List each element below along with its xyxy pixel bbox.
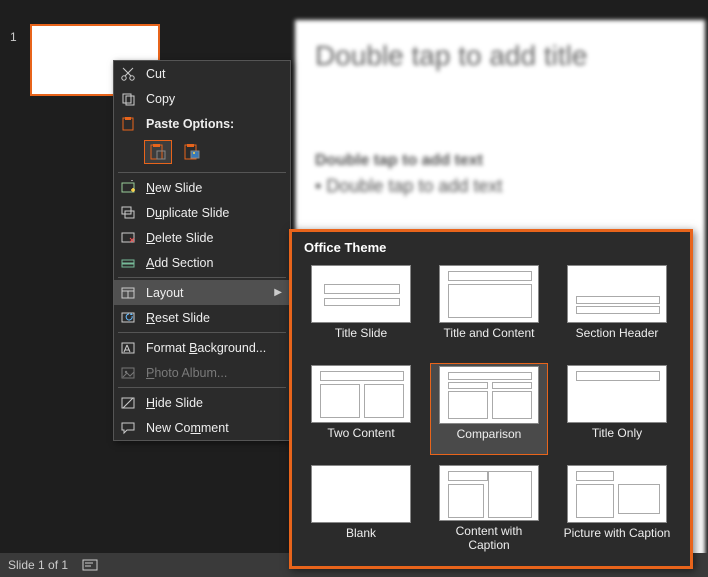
menu-add-section[interactable]: Add Section	[114, 250, 290, 275]
scissors-icon	[120, 66, 136, 82]
layout-grid: Title Slide Title and Content Section He…	[302, 263, 680, 555]
layout-icon	[120, 285, 136, 301]
menu-separator	[118, 277, 286, 278]
layout-flyout: Office Theme Title Slide Title and Conte…	[289, 229, 693, 569]
menu-format-background-label: Format Background...	[146, 341, 282, 355]
menu-paste-options-label: Paste Options:	[114, 111, 290, 136]
body-placeholder[interactable]: • Double tap to add text	[315, 176, 685, 197]
new-slide-icon	[120, 180, 136, 196]
layout-thumb	[311, 365, 411, 423]
menu-duplicate-slide[interactable]: Duplicate Slide	[114, 200, 290, 225]
slide-number: 1	[10, 30, 17, 44]
layout-title-only[interactable]: Title Only	[558, 363, 676, 455]
layout-label: Title and Content	[434, 327, 544, 341]
menu-hide-slide-label: Hide Slide	[146, 396, 282, 410]
layout-content-with-caption[interactable]: Content with Caption	[430, 463, 548, 555]
title-placeholder[interactable]: Double tap to add title	[315, 40, 685, 72]
layout-comparison[interactable]: Comparison	[430, 363, 548, 455]
layout-thumb	[439, 265, 539, 323]
menu-copy-label: Copy	[146, 92, 282, 106]
menu-hide-slide[interactable]: Hide Slide	[114, 390, 290, 415]
format-background-icon	[120, 340, 136, 356]
menu-layout[interactable]: Layout ▶	[114, 280, 290, 305]
menu-separator	[118, 332, 286, 333]
layout-label: Title Slide	[306, 327, 416, 341]
layout-label: Picture with Caption	[562, 527, 672, 541]
menu-separator	[118, 387, 286, 388]
copy-icon	[120, 91, 136, 107]
layout-section-header[interactable]: Section Header	[558, 263, 676, 355]
menu-new-comment[interactable]: New Comment	[114, 415, 290, 440]
menu-copy[interactable]: Copy	[114, 86, 290, 111]
menu-delete-slide[interactable]: Delete Slide	[114, 225, 290, 250]
hide-slide-icon	[120, 395, 136, 411]
layout-title-and-content[interactable]: Title and Content	[430, 263, 548, 355]
comment-icon	[120, 420, 136, 436]
notes-icon[interactable]	[82, 559, 96, 571]
menu-new-slide[interactable]: New Slide	[114, 175, 290, 200]
layout-title-slide[interactable]: Title Slide	[302, 263, 420, 355]
menu-format-background[interactable]: Format Background...	[114, 335, 290, 360]
context-menu: Cut Copy Paste Options: New Slide Duplic…	[113, 60, 291, 441]
layout-thumb	[439, 366, 539, 424]
menu-reset-slide[interactable]: Reset Slide	[114, 305, 290, 330]
layout-thumb	[567, 465, 667, 523]
menu-reset-slide-label: Reset Slide	[146, 311, 282, 325]
menu-layout-label: Layout	[146, 286, 282, 300]
menu-new-slide-label: New Slide	[146, 181, 282, 195]
photo-album-icon	[120, 365, 136, 381]
menu-add-section-label: Add Section	[146, 256, 282, 270]
menu-delete-slide-label: Delete Slide	[146, 231, 282, 245]
subtitle-placeholder[interactable]: Double tap to add text	[315, 152, 685, 170]
layout-label: Two Content	[306, 427, 416, 441]
paste-keep-formatting[interactable]	[144, 140, 172, 164]
layout-label: Blank	[306, 527, 416, 541]
paste-picture[interactable]	[178, 140, 206, 164]
layout-thumb	[567, 365, 667, 423]
layout-flyout-heading: Office Theme	[304, 240, 680, 255]
paste-options-row	[114, 136, 290, 170]
layout-label: Content with Caption	[434, 525, 544, 553]
layout-label: Comparison	[434, 428, 544, 442]
menu-photo-album-label: Photo Album...	[146, 366, 282, 380]
menu-separator	[118, 172, 286, 173]
clipboard-icon	[120, 116, 136, 132]
menu-duplicate-slide-label: Duplicate Slide	[146, 206, 282, 220]
layout-blank[interactable]: Blank	[302, 463, 420, 555]
layout-label: Title Only	[562, 427, 672, 441]
menu-cut-label: Cut	[146, 67, 282, 81]
add-section-icon	[120, 255, 136, 271]
layout-two-content[interactable]: Two Content	[302, 363, 420, 455]
chevron-right-icon: ▶	[274, 287, 282, 298]
duplicate-slide-icon	[120, 205, 136, 221]
menu-photo-album: Photo Album...	[114, 360, 290, 385]
layout-thumb	[311, 265, 411, 323]
menu-cut[interactable]: Cut	[114, 61, 290, 86]
layout-picture-with-caption[interactable]: Picture with Caption	[558, 463, 676, 555]
slide-counter: Slide 1 of 1	[8, 558, 68, 572]
layout-label: Section Header	[562, 327, 672, 341]
layout-thumb	[439, 465, 539, 521]
layout-thumb	[311, 465, 411, 523]
menu-new-comment-label: New Comment	[146, 421, 282, 435]
layout-thumb	[567, 265, 667, 323]
delete-slide-icon	[120, 230, 136, 246]
reset-slide-icon	[120, 310, 136, 326]
